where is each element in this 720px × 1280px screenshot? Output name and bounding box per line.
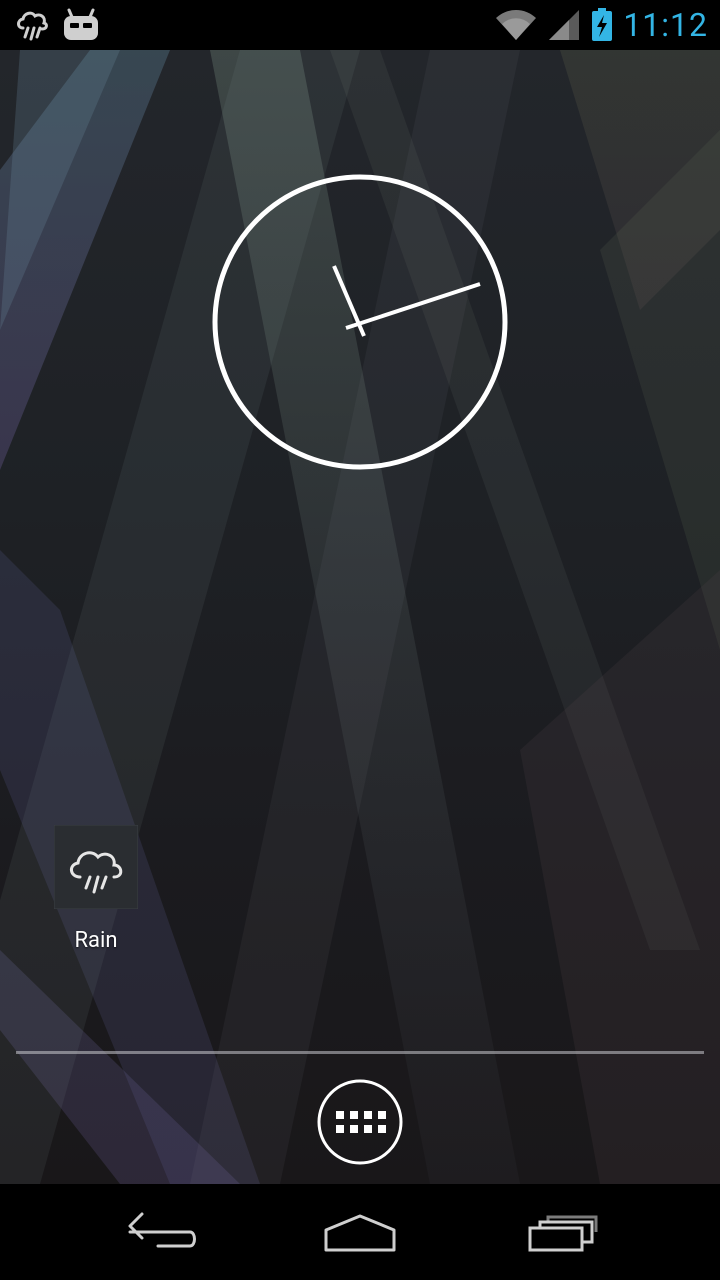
recent-apps-icon (528, 1215, 598, 1252)
app-drawer-icon (336, 1111, 386, 1133)
rain-app-icon[interactable] (54, 825, 138, 909)
battery-charging-icon (592, 8, 613, 41)
minute-hand (345, 282, 481, 330)
signal-icon (549, 10, 580, 40)
back-button[interactable] (110, 1200, 210, 1264)
status-bar-clock: 11:12 (623, 6, 708, 44)
navigation-bar (0, 1184, 720, 1280)
app-drawer-button[interactable] (316, 1078, 404, 1166)
cyanogenmod-icon (64, 8, 98, 40)
status-bar[interactable]: 11:12 (0, 0, 720, 50)
home-icon (324, 1214, 396, 1252)
system-status-area[interactable]: 11:12 (495, 6, 708, 44)
rain-weather-icon (17, 11, 48, 41)
back-icon (128, 1212, 196, 1248)
notification-area[interactable] (14, 6, 100, 44)
clock-face (212, 174, 508, 470)
home-screen: 11:12 Rain (0, 0, 720, 1280)
recent-apps-button[interactable] (512, 1200, 612, 1264)
home-button[interactable] (310, 1200, 410, 1264)
analog-clock-widget[interactable] (212, 174, 508, 470)
dock-divider (16, 1051, 704, 1054)
wifi-icon (496, 10, 537, 40)
rain-app-label[interactable]: Rain (40, 928, 152, 953)
